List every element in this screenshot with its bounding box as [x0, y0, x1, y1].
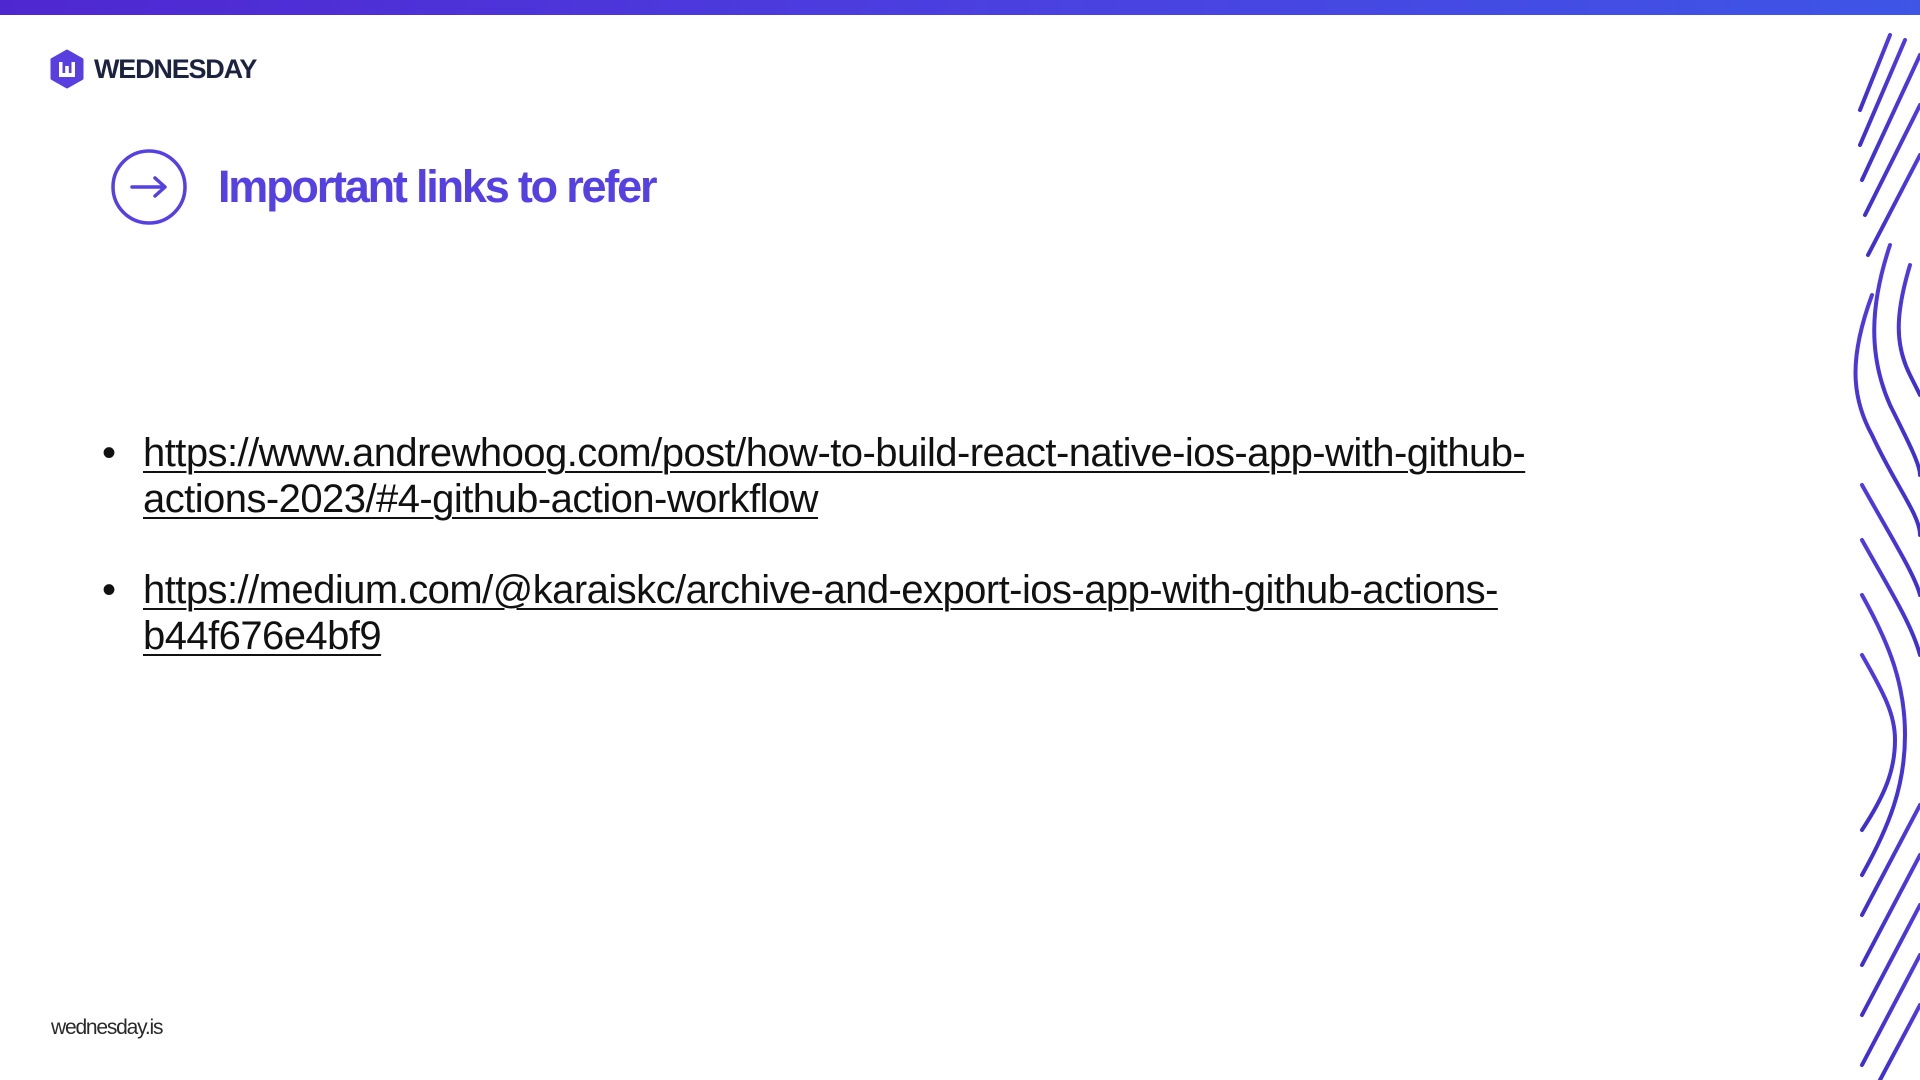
list-item: • https://medium.com/@karaiskc/archive-a… — [98, 567, 1738, 659]
list-item: • https://www.andrewhoog.com/post/how-to… — [98, 430, 1738, 522]
brand-header: WEDNESDAY — [47, 49, 257, 89]
top-accent-bar — [0, 0, 1920, 15]
slide: WEDNESDAY Important links to refer • htt… — [0, 0, 1920, 1080]
link-line: actions-2023/#4-github-action-workflow — [143, 477, 819, 521]
page-title: Important links to refer — [218, 161, 657, 212]
bullet-icon: • — [102, 568, 117, 612]
link-line: https://medium.com/@karaiskc/archive-and… — [143, 568, 1498, 612]
brand-name: WEDNESDAY — [94, 53, 257, 84]
wednesday-logo-icon — [50, 49, 84, 89]
link-line: https://www.andrewhoog.com/post/how-to-b… — [143, 431, 1526, 475]
link-medium[interactable]: https://medium.com/@karaiskc/archive-and… — [143, 567, 1738, 659]
arrow-right-circle-icon — [111, 149, 187, 225]
footer-site: wednesday.is — [51, 1016, 164, 1039]
bullet-icon: • — [102, 431, 117, 475]
link-andrewhoog[interactable]: https://www.andrewhoog.com/post/how-to-b… — [143, 430, 1738, 522]
wavy-lines-decoration — [1853, 33, 1920, 1080]
link-line: b44f676e4bf9 — [143, 614, 382, 658]
section-heading: Important links to refer — [110, 148, 657, 226]
links-list: • https://www.andrewhoog.com/post/how-to… — [98, 430, 1738, 704]
